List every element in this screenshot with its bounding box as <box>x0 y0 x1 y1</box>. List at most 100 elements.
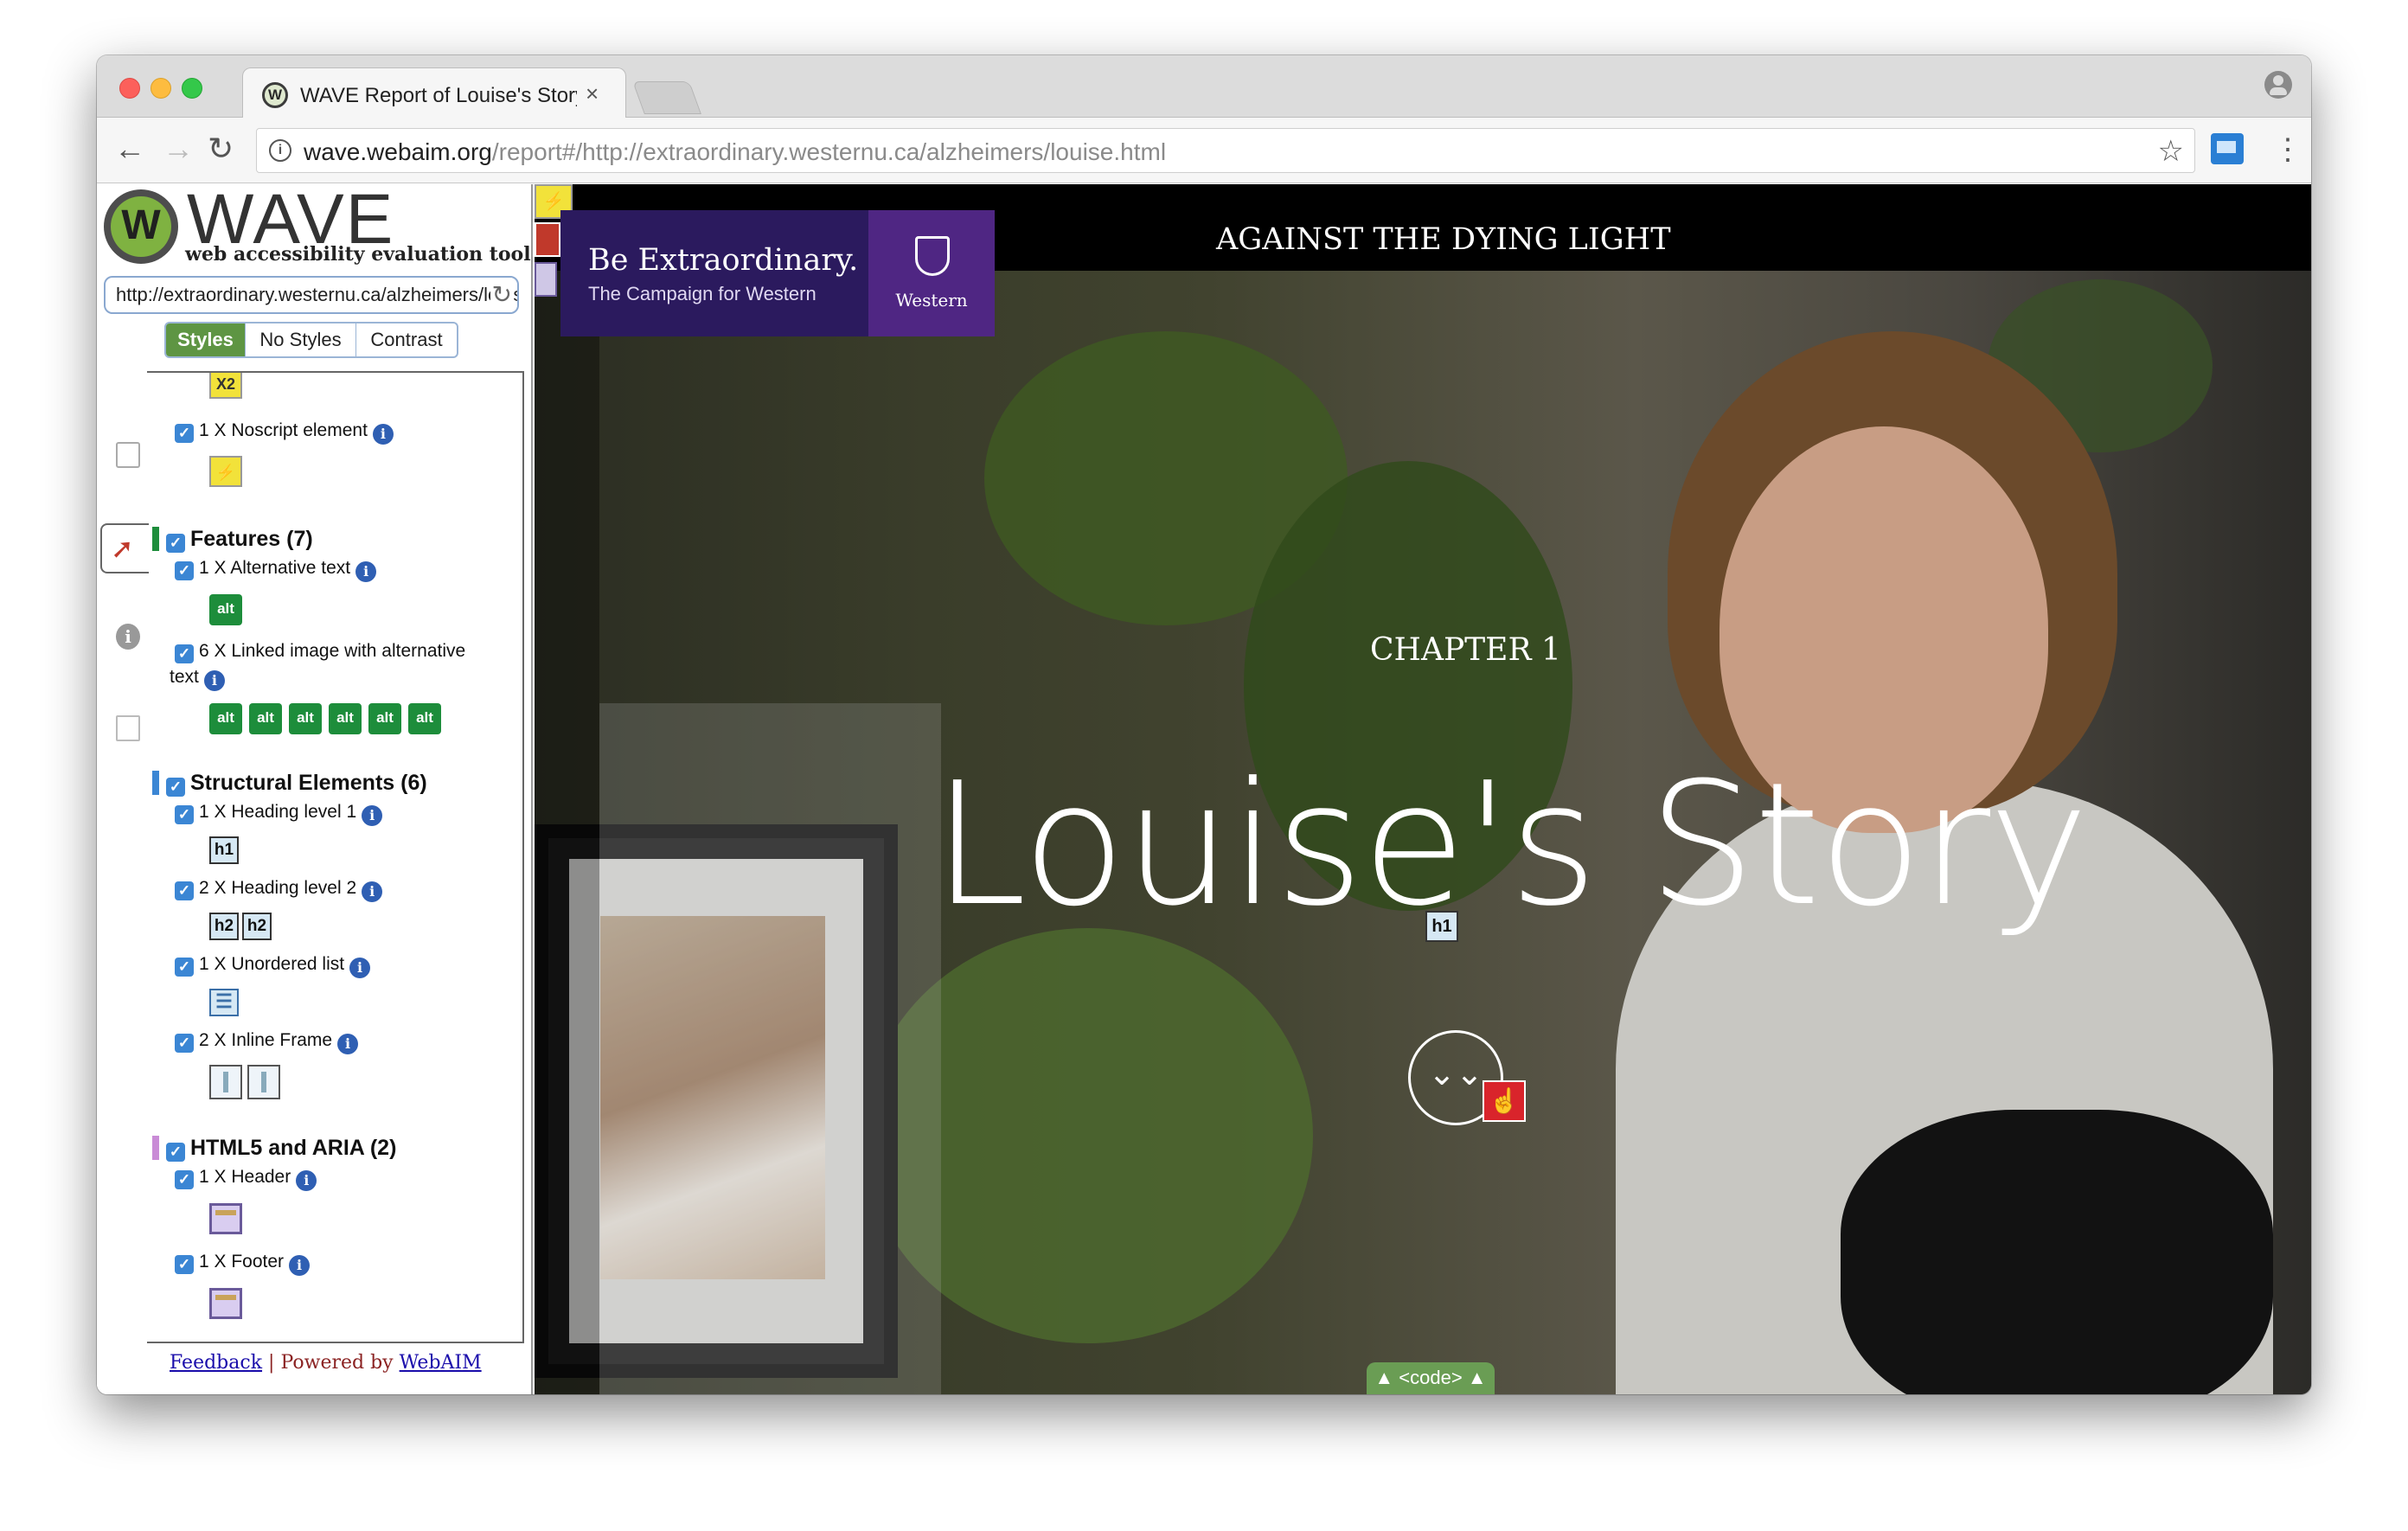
checkbox-icon[interactable]: ✓ <box>175 1034 194 1053</box>
footer-row[interactable]: ✓ 1 X Footer i <box>175 1252 311 1276</box>
linked-image-icon[interactable]: alt <box>408 703 441 734</box>
heading-2-label: 2 X Heading level 2 <box>199 878 357 898</box>
checkbox-icon[interactable]: ✓ <box>166 778 185 797</box>
info-icon[interactable]: i <box>203 670 225 691</box>
checkbox-icon[interactable]: ✓ <box>175 424 194 443</box>
minimize-window-button[interactable] <box>150 78 171 99</box>
info-icon[interactable]: i <box>362 805 383 826</box>
alt-text-label: 1 X Alternative text <box>199 558 351 578</box>
url-path: /report#/http://extraordinary.westernu.c… <box>491 138 1167 165</box>
wave-favicon-icon: W <box>262 82 288 108</box>
linked-image-icon[interactable]: alt <box>209 703 242 734</box>
zoom-window-button[interactable] <box>182 78 202 99</box>
header-icon[interactable] <box>209 1203 242 1234</box>
unordered-list-label: 1 X Unordered list <box>199 954 345 974</box>
header-row[interactable]: ✓ 1 X Header i <box>175 1167 317 1191</box>
tab-title: WAVE Report of Louise's Story <box>300 84 577 107</box>
info-icon[interactable]: i <box>289 1255 311 1276</box>
webaim-link[interactable]: WebAIM <box>400 1352 482 1374</box>
checkbox-icon[interactable]: ✓ <box>166 534 185 553</box>
inline-frame-icon[interactable] <box>247 1065 280 1099</box>
alt-text-icon[interactable]: alt <box>209 594 242 625</box>
campaign-subtitle: The Campaign for Western <box>588 283 817 304</box>
site-info-icon[interactable]: i <box>269 139 291 162</box>
inline-frame-row[interactable]: ✓ 2 X Inline Frame i <box>175 1030 359 1054</box>
unordered-list-icon[interactable]: ☰ <box>209 989 239 1016</box>
info-tab-icon[interactable]: i <box>116 624 140 650</box>
alt-text-row[interactable]: ✓ 1 X Alternative text i <box>175 558 377 582</box>
html5-title: HTML5 and ARIA (2) <box>190 1136 397 1160</box>
wave-error-marker-icon[interactable] <box>535 222 560 257</box>
heading-1-row[interactable]: ✓ 1 X Heading level 1i <box>175 802 383 826</box>
chapter-label: CHAPTER 1 <box>1370 632 1561 668</box>
bookmark-star-icon[interactable]: ☆ <box>2158 134 2184 169</box>
extension-icon[interactable] <box>2211 133 2244 164</box>
tab-styles[interactable]: Styles <box>166 323 246 356</box>
noscript-row[interactable]: ✓ 1 X Noscript element i <box>175 420 394 445</box>
html5-section-header[interactable]: ✓ HTML5 and ARIA (2) <box>152 1136 396 1162</box>
linked-image-icon[interactable]: alt <box>289 703 322 734</box>
linked-image-icon[interactable]: alt <box>249 703 282 734</box>
browser-window: W WAVE Report of Louise's Story × ← → ↻ … <box>97 55 2311 1394</box>
footer-label: 1 X Footer <box>199 1252 285 1272</box>
linked-image-row[interactable]: ✓ 6 X Linked image with alternative <box>175 641 465 663</box>
wave-h1-marker-icon[interactable]: h1 <box>1425 911 1458 942</box>
noscript-icon[interactable]: ⚡ <box>209 456 242 487</box>
browser-menu-icon[interactable]: ⋮ <box>2273 126 2302 173</box>
refresh-icon[interactable]: ↻ <box>490 278 512 312</box>
code-toggle-button[interactable]: ▲ <code> ▲ <box>1367 1362 1495 1394</box>
info-icon[interactable]: i <box>372 424 394 445</box>
checkbox-icon[interactable]: ✓ <box>166 1143 185 1162</box>
heading-2-icon[interactable]: h2 <box>242 913 272 940</box>
close-window-button[interactable] <box>119 78 140 99</box>
checkbox-icon[interactable]: ✓ <box>175 1255 194 1274</box>
info-icon[interactable]: i <box>355 561 377 582</box>
browser-tab-wave-report[interactable]: W WAVE Report of Louise's Story × <box>242 67 626 119</box>
checkbox-icon[interactable]: ✓ <box>175 881 194 900</box>
checkbox-icon[interactable]: ✓ <box>175 805 194 824</box>
checkbox-icon[interactable]: ✓ <box>175 1170 194 1189</box>
features-section-header[interactable]: ✓ Features (7) <box>152 527 313 553</box>
reload-button[interactable]: ↻ <box>208 128 234 170</box>
icon-row: X2 <box>209 373 242 399</box>
wave-url-input[interactable]: http://extraordinary.westernu.ca/alzheim… <box>104 276 519 314</box>
footer-icon[interactable] <box>209 1288 242 1319</box>
footer-separator: | <box>268 1352 275 1374</box>
details-tab[interactable]: ➚ <box>100 523 149 573</box>
html5-color-bar <box>152 1136 159 1160</box>
address-bar[interactable]: i wave.webaim.org/report#/http://extraor… <box>256 128 2195 173</box>
back-button[interactable]: ← <box>114 128 145 170</box>
info-icon[interactable]: i <box>362 881 383 902</box>
checkbox-icon[interactable]: ✓ <box>175 561 194 580</box>
feedback-link[interactable]: Feedback <box>170 1352 262 1374</box>
heading-1-icon[interactable]: h1 <box>209 836 239 864</box>
inline-frame-icon[interactable] <box>209 1065 242 1099</box>
tab-no-styles[interactable]: No Styles <box>246 323 356 356</box>
url-text[interactable]: wave.webaim.org/report#/http://extraordi… <box>304 138 1166 166</box>
checkbox-icon[interactable]: ✓ <box>175 644 194 663</box>
heading-2-icon[interactable]: h2 <box>209 913 239 940</box>
unordered-list-row[interactable]: ✓ 1 X Unordered list i <box>175 954 371 978</box>
close-tab-icon[interactable]: × <box>586 80 599 107</box>
heading-2-row[interactable]: ✓ 2 X Heading level 2i <box>175 878 383 902</box>
documentation-icon[interactable] <box>116 715 140 741</box>
campaign-banner[interactable]: Be Extraordinary. The Campaign for Weste… <box>560 210 995 336</box>
info-icon[interactable]: i <box>349 958 371 978</box>
linked-image-icon[interactable]: alt <box>368 703 401 734</box>
tab-contrast[interactable]: Contrast <box>356 323 457 356</box>
new-tab-button[interactable] <box>632 81 701 114</box>
info-icon[interactable]: i <box>337 1034 359 1054</box>
western-logo[interactable]: Western <box>868 210 995 336</box>
linked-image-row-cont: text i <box>170 667 225 691</box>
structural-section-header[interactable]: ✓ Structural Elements (6) <box>152 771 427 797</box>
wave-header-marker-icon[interactable] <box>535 262 557 297</box>
profile-icon[interactable] <box>2264 71 2292 99</box>
forward-button[interactable]: → <box>163 128 194 170</box>
checkbox-icon[interactable]: ✓ <box>175 958 194 977</box>
wave-link-error-icon[interactable]: ☝ <box>1483 1080 1526 1122</box>
redundant-link-icon[interactable]: X2 <box>209 373 242 399</box>
clipboard-icon[interactable] <box>116 442 140 468</box>
wave-footer: Feedback | Powered by WebAIM <box>170 1352 482 1374</box>
linked-image-icon[interactable]: alt <box>329 703 362 734</box>
info-icon[interactable]: i <box>296 1170 317 1191</box>
